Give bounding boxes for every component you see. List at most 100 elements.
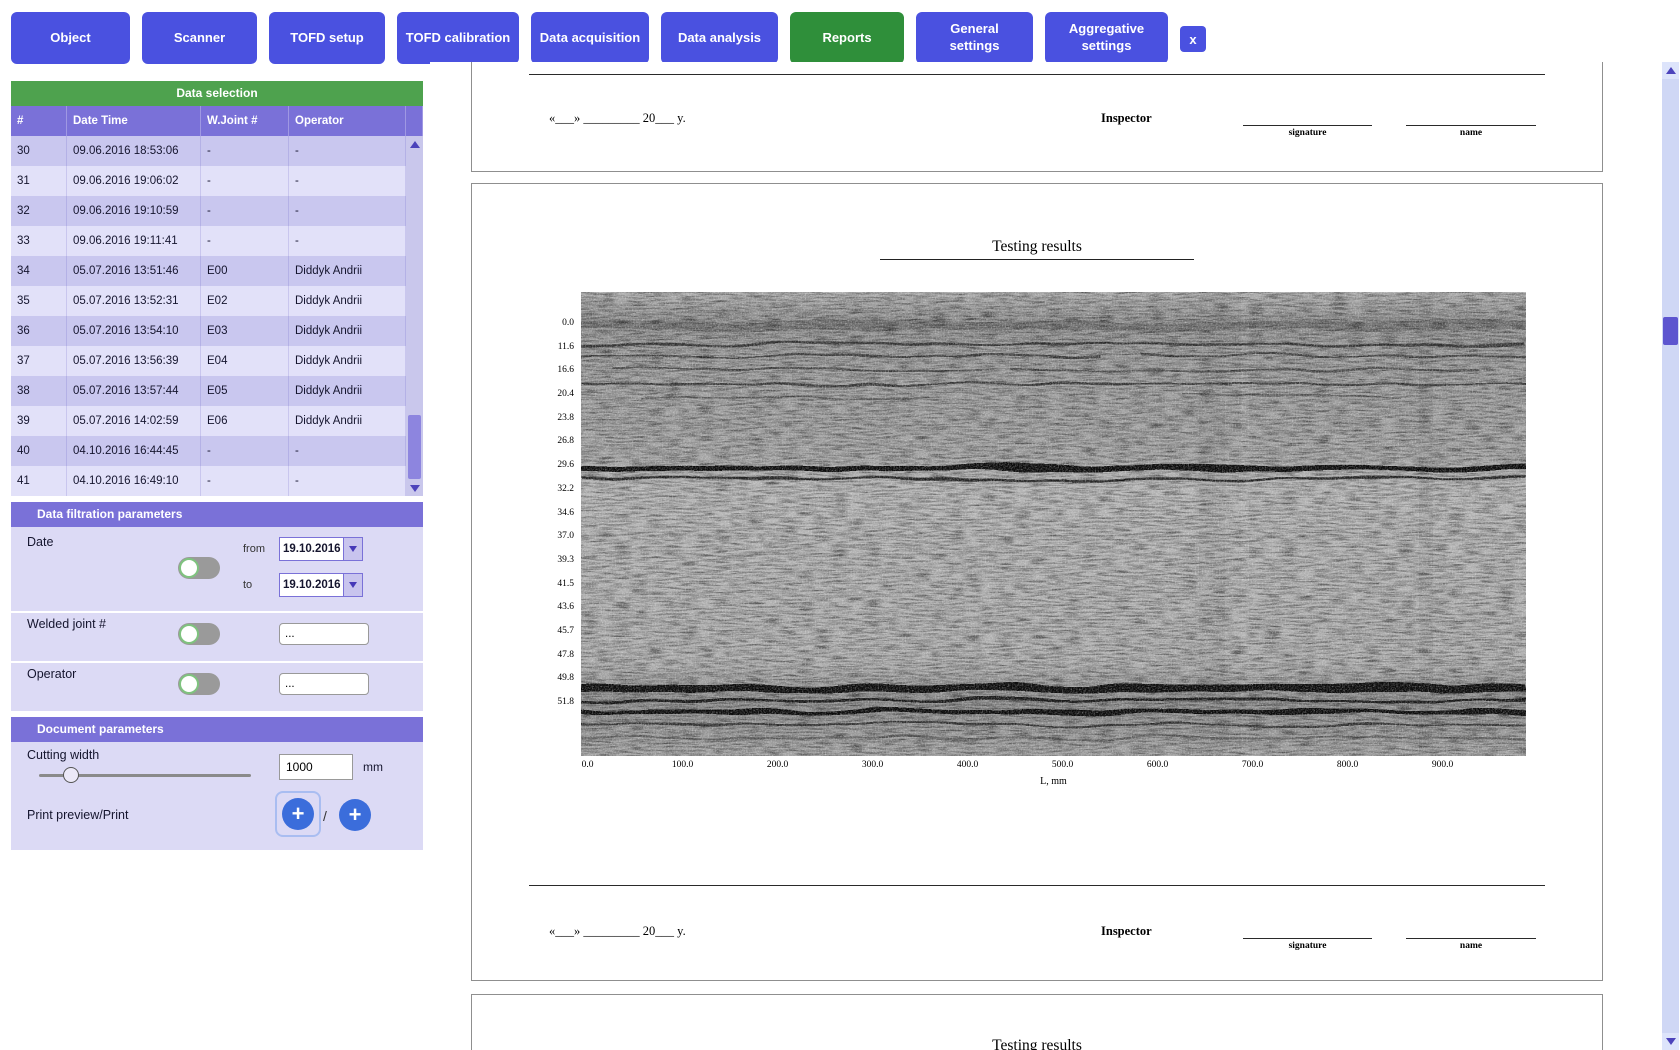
slider-thumb[interactable] (63, 767, 79, 783)
close-button[interactable]: x (1180, 26, 1206, 52)
y-tick: 20.4 (557, 389, 574, 399)
y-tick: 45.7 (557, 626, 574, 636)
x-tick: 200.0 (730, 760, 825, 770)
operator-toggle[interactable] (178, 673, 220, 695)
cutting-width-label: Cutting width (27, 748, 99, 762)
y-tick: 0.0 (562, 318, 574, 328)
date-filter-label: Date (27, 535, 53, 549)
triangle-down-icon (349, 546, 357, 552)
toggle-knob (179, 558, 199, 578)
col-datetime: Date Time (67, 106, 201, 136)
table-row[interactable]: 41 04.10.2016 16:49:10 - - (11, 466, 406, 496)
x-tick: 0.0 (540, 760, 635, 770)
filtration-panel: Date from 19.10.2016 to 19.10.2016 Welde… (11, 527, 423, 711)
table-row[interactable]: 40 04.10.2016 16:44:45 - - (11, 436, 406, 466)
operator-input[interactable] (279, 673, 369, 695)
table-row[interactable]: 34 05.07.2016 13:51:46 E00 Diddyk Andrii (11, 256, 406, 286)
y-tick: 32.2 (557, 484, 574, 494)
tab-tofd-calibration[interactable]: TOFD calibration (397, 12, 519, 64)
welded-joint-label: Welded joint # (27, 617, 106, 631)
triangle-down-icon (410, 485, 420, 492)
x-tick: 700.0 (1205, 760, 1300, 770)
x-tick: 900.0 (1395, 760, 1490, 770)
app-window: Object Scanner TOFD setup TOFD calibrati… (0, 0, 1680, 1050)
welded-joint-toggle[interactable] (178, 623, 220, 645)
table-row[interactable]: 33 09.06.2016 19:11:41 - - (11, 226, 406, 256)
scroll-up-button[interactable] (1662, 62, 1679, 79)
date-to-value: 19.10.2016 (279, 573, 343, 597)
y-tick: 29.6 (557, 460, 574, 470)
print-button[interactable]: + (339, 799, 371, 831)
table-row[interactable]: 39 05.07.2016 14:02:59 E06 Diddyk Andrii (11, 406, 406, 436)
tofd-scan-image (581, 292, 1526, 756)
col-wjoint: W.Joint # (201, 106, 289, 136)
scrollbar-thumb[interactable] (1663, 317, 1678, 345)
table-row[interactable]: 31 09.06.2016 19:06:02 - - (11, 166, 406, 196)
col-operator: Operator (289, 106, 406, 136)
y-tick: 23.8 (557, 413, 574, 423)
signature-line: signature (1243, 938, 1372, 951)
document-parameters-panel: Cutting width mm Print preview/Print + /… (11, 742, 423, 850)
inspector-label: Inspector (1101, 111, 1152, 126)
report-title: Testing results (472, 238, 1602, 260)
welded-joint-input[interactable] (279, 623, 369, 645)
report-preview-area[interactable]: «___» _________ 20___ y. Inspector signa… (430, 62, 1663, 1050)
scroll-down-button[interactable] (1662, 1033, 1679, 1050)
triangle-up-icon (410, 141, 420, 148)
table-row[interactable]: 36 05.07.2016 13:54:10 E03 Diddyk Andrii (11, 316, 406, 346)
x-tick: 500.0 (1015, 760, 1110, 770)
chevron-down-icon[interactable] (343, 537, 363, 561)
print-preview-button[interactable]: + (282, 798, 314, 830)
y-tick: 34.6 (557, 508, 574, 518)
toggle-knob (179, 624, 199, 644)
report-page-2: Testing results (471, 183, 1603, 981)
toolbar: Object Scanner TOFD setup TOFD calibrati… (11, 12, 1206, 64)
table-scrollbar[interactable] (406, 136, 423, 496)
tab-data-analysis[interactable]: Data analysis (661, 12, 778, 64)
signature-line: signature (1243, 125, 1372, 138)
x-tick: 800.0 (1300, 760, 1395, 770)
date-filter-toggle[interactable] (178, 557, 220, 579)
table-row[interactable]: 35 05.07.2016 13:52:31 E02 Diddyk Andrii (11, 286, 406, 316)
tab-tofd-setup[interactable]: TOFD setup (269, 12, 385, 64)
chevron-down-icon[interactable] (343, 573, 363, 597)
y-tick: 37.0 (557, 531, 574, 541)
table-row[interactable]: 30 09.06.2016 18:53:06 - - (11, 136, 406, 166)
date-from-select[interactable]: 19.10.2016 (279, 537, 363, 561)
report-title: Testing results (472, 1037, 1602, 1050)
scan-x-label: L, mm (581, 776, 1526, 787)
date-from-value: 19.10.2016 (279, 537, 343, 561)
y-tick: 26.8 (557, 436, 574, 446)
table-row[interactable]: 38 05.07.2016 13:57:44 E05 Diddyk Andrii (11, 376, 406, 406)
scroll-down-button[interactable] (406, 480, 423, 496)
report-date-line: «___» _________ 20___ y. (549, 924, 686, 939)
x-tick: 100.0 (635, 760, 730, 770)
date-to-select[interactable]: 19.10.2016 (279, 573, 363, 597)
from-label: from (243, 543, 265, 555)
tab-scanner[interactable]: Scanner (142, 12, 257, 64)
print-label: Print preview/Print (27, 808, 128, 822)
scrollbar-thumb[interactable] (408, 415, 421, 479)
unit-label: mm (363, 760, 383, 774)
tab-reports[interactable]: Reports (790, 12, 904, 64)
divider (11, 611, 423, 613)
scroll-up-button[interactable] (406, 136, 423, 152)
filtration-header: Data filtration parameters (11, 502, 423, 527)
tab-data-acquisition[interactable]: Data acquisition (531, 12, 649, 64)
tab-general-settings[interactable]: General settings (916, 12, 1033, 64)
scan-y-axis: 0.0 11.6 16.6 20.4 23.8 26.8 29.6 32.2 3… (490, 318, 574, 707)
report-page-3: Testing results (471, 994, 1603, 1050)
tab-aggregative-settings[interactable]: Aggregative settings (1045, 12, 1168, 64)
triangle-down-icon (349, 582, 357, 588)
table-row[interactable]: 32 09.06.2016 19:10:59 - - (11, 196, 406, 226)
operator-label: Operator (27, 667, 76, 681)
report-page-1: «___» _________ 20___ y. Inspector signa… (471, 62, 1603, 172)
vertical-scrollbar[interactable] (1662, 62, 1679, 1050)
tab-object[interactable]: Object (11, 12, 130, 64)
y-tick: 39.3 (557, 555, 574, 565)
page-rule (529, 74, 1545, 75)
cutting-width-input[interactable] (279, 754, 353, 780)
y-tick: 49.8 (557, 673, 574, 683)
table-row[interactable]: 37 05.07.2016 13:56:39 E04 Diddyk Andrii (11, 346, 406, 376)
print-preview-focus-ring: + (275, 791, 321, 837)
